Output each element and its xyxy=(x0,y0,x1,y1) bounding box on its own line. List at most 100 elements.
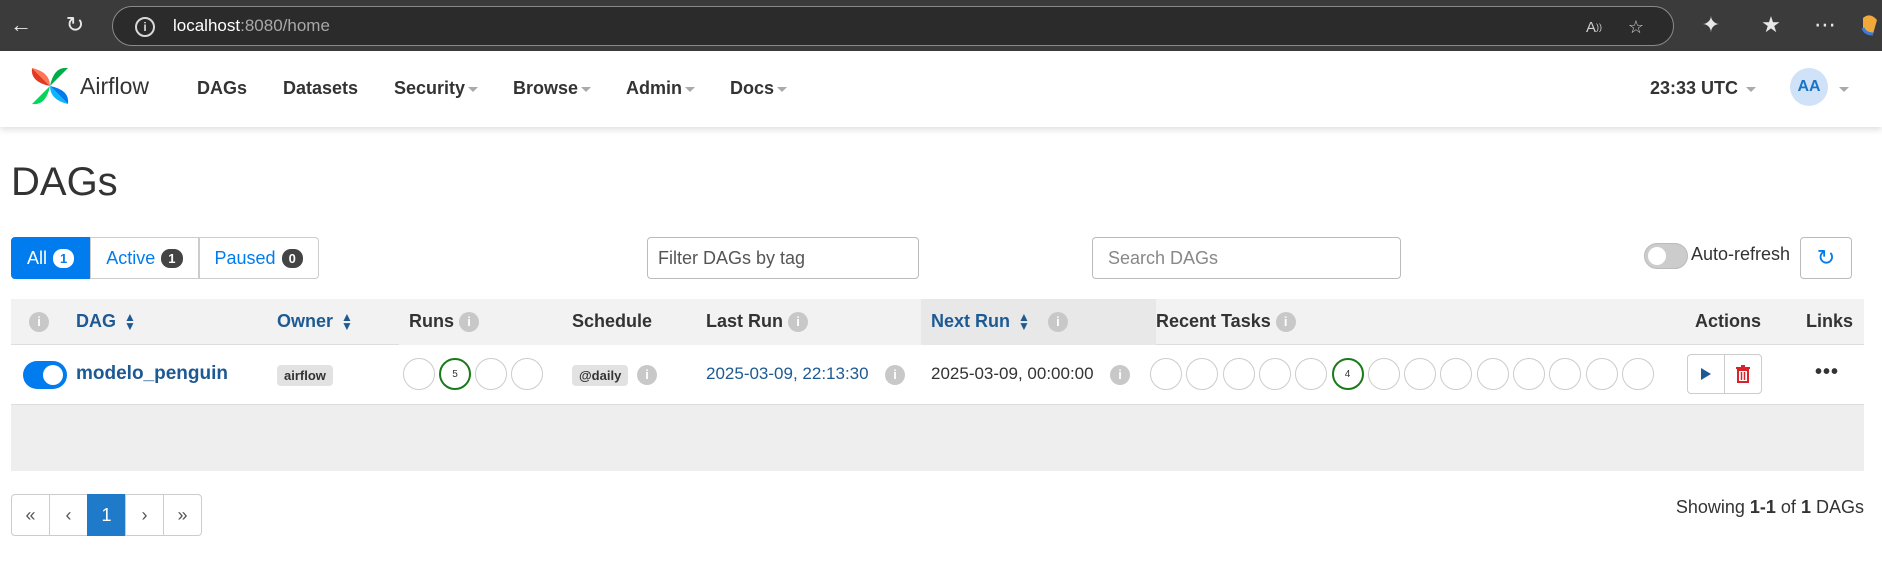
extensions-icon[interactable]: ✦ xyxy=(1694,8,1728,42)
chevron-down-icon xyxy=(685,86,695,92)
table-empty-space xyxy=(11,405,1864,471)
table-row: modelo_penguin airflow 5 @daily i 2025-0… xyxy=(11,345,1864,405)
sort-icon: ▲ ▼ xyxy=(124,310,136,334)
brand-logo[interactable]: Airflow xyxy=(28,64,149,108)
copilot-icon[interactable] xyxy=(1858,8,1882,42)
task-state-circle-success[interactable]: 4 xyxy=(1331,358,1364,390)
page-title: DAGs xyxy=(11,160,118,204)
filter-active-button[interactable]: Active 1 xyxy=(90,237,199,279)
filter-paused-button[interactable]: Paused 0 xyxy=(198,237,319,279)
favorite-star-icon[interactable]: ☆ xyxy=(1623,14,1649,40)
chevron-down-icon[interactable] xyxy=(1839,87,1849,92)
header-actions: Actions xyxy=(1695,311,1762,331)
info-icon[interactable]: i xyxy=(1047,312,1068,333)
read-aloud-icon[interactable]: A)) xyxy=(1581,14,1607,40)
dag-id-link[interactable]: modelo_penguin xyxy=(76,363,228,385)
search-dags-input[interactable] xyxy=(1092,237,1401,279)
more-menu-icon[interactable]: ⋯ xyxy=(1808,8,1842,42)
task-state-circle[interactable] xyxy=(1258,358,1291,390)
task-state-circle[interactable] xyxy=(1367,358,1400,390)
task-state-circle[interactable] xyxy=(1513,358,1545,390)
next-page-button[interactable]: › xyxy=(125,494,164,536)
trigger-dag-button[interactable] xyxy=(1687,354,1725,394)
favorites-icon[interactable]: ★ xyxy=(1754,8,1788,42)
schedule-tag[interactable]: @daily xyxy=(572,365,629,386)
header-last-run: Last Run i xyxy=(706,311,809,333)
app-navbar: Airflow DAGs Datasets Security Browse Ad… xyxy=(0,51,1882,127)
chevron-down-icon xyxy=(777,86,788,92)
reload-icon[interactable]: ↻ xyxy=(58,8,92,42)
pagination: « ‹ 1 › » xyxy=(11,494,202,536)
task-state-circle[interactable] xyxy=(1186,358,1219,390)
refresh-button[interactable]: ↻ xyxy=(1800,237,1852,279)
dags-table: i DAG ▲ ▼ Owner ▲ ▼ Runs i Schedule Last Run i… xyxy=(11,299,1864,471)
timezone-dropdown[interactable]: 23:33 UTC xyxy=(1650,78,1757,99)
back-icon[interactable]: ← xyxy=(4,8,38,42)
table-header: i DAG ▲ ▼ Owner ▲ ▼ Runs i Schedule Last Run i… xyxy=(11,299,1864,345)
info-icon[interactable]: i xyxy=(1110,365,1130,385)
first-page-button[interactable]: « xyxy=(11,494,50,536)
auto-refresh-label: Auto-refresh xyxy=(1691,244,1791,264)
count-badge: 0 xyxy=(281,248,303,268)
chevron-down-icon xyxy=(1746,86,1757,92)
header-runs: Runs i xyxy=(409,311,479,333)
info-icon[interactable]: i xyxy=(885,365,905,385)
tag-filter-input[interactable] xyxy=(647,237,919,279)
owner-tag[interactable]: airflow xyxy=(277,365,333,386)
task-state-circle[interactable] xyxy=(1150,358,1182,390)
trash-icon xyxy=(1736,365,1750,383)
run-state-circle[interactable] xyxy=(511,358,543,390)
header-owner[interactable]: Owner ▲ ▼ xyxy=(277,311,353,332)
auto-refresh-toggle[interactable] xyxy=(1644,243,1688,269)
info-icon[interactable]: i xyxy=(788,312,809,333)
filter-all-button[interactable]: All 1 xyxy=(11,237,91,279)
site-info-icon[interactable]: i xyxy=(135,17,155,37)
run-state-circle[interactable] xyxy=(475,358,507,390)
info-icon[interactable]: i xyxy=(637,365,657,385)
header-next-run[interactable]: Next Run ▲ ▼ i xyxy=(931,310,1068,334)
task-state-circle[interactable] xyxy=(1440,358,1473,390)
nav-docs[interactable]: Docs xyxy=(730,78,788,99)
task-state-circle[interactable] xyxy=(1404,358,1437,390)
nav-datasets[interactable]: Datasets xyxy=(283,78,358,99)
header-dag[interactable]: DAG ▲ ▼ xyxy=(76,311,136,332)
info-icon[interactable]: i xyxy=(29,312,49,333)
airflow-pinwheel-icon xyxy=(31,67,69,105)
info-icon[interactable]: i xyxy=(459,312,479,333)
sort-icon: ▲ ▼ xyxy=(1018,310,1030,334)
brand-name: Airflow xyxy=(80,72,150,99)
run-state-circle[interactable] xyxy=(403,358,435,390)
nav-dags[interactable]: DAGs xyxy=(197,78,247,99)
task-state-circle[interactable] xyxy=(1295,358,1328,390)
next-run-value: 2025-03-09, 00:00:00 xyxy=(931,364,1094,383)
current-page-button[interactable]: 1 xyxy=(87,494,126,536)
delete-dag-button[interactable] xyxy=(1724,354,1762,394)
links-more-button[interactable]: ••• xyxy=(1815,361,1839,384)
dag-pause-toggle[interactable] xyxy=(23,361,67,389)
sort-icon: ▲ ▼ xyxy=(341,310,353,334)
task-state-circle[interactable] xyxy=(1476,358,1509,390)
last-run-link[interactable]: 2025-03-09, 22:13:30 xyxy=(706,364,869,384)
info-icon[interactable]: i xyxy=(1275,312,1296,333)
count-badge: 1 xyxy=(53,248,75,268)
header-recent-tasks: Recent Tasks i xyxy=(1156,311,1296,333)
run-state-circle-success[interactable]: 5 xyxy=(439,358,471,390)
nav-security[interactable]: Security xyxy=(394,78,479,99)
status-filter-group: All 1 Active 1 Paused 0 xyxy=(11,237,319,279)
nav-browse[interactable]: Browse xyxy=(513,78,592,99)
showing-count: Showing 1-1 of 1 DAGs xyxy=(1675,497,1864,517)
task-state-circle[interactable] xyxy=(1621,358,1654,390)
last-page-button[interactable]: » xyxy=(163,494,202,536)
url-text: localhost:8080/home xyxy=(173,16,330,35)
play-icon xyxy=(1701,368,1711,380)
address-bar[interactable]: i localhost:8080/home A)) ☆ xyxy=(112,6,1674,46)
task-state-circle[interactable] xyxy=(1222,358,1255,390)
nav-admin[interactable]: Admin xyxy=(626,78,695,99)
prev-page-button[interactable]: ‹ xyxy=(49,494,88,536)
chevron-down-icon xyxy=(468,86,479,92)
user-avatar[interactable]: AA xyxy=(1790,68,1828,106)
chevron-down-icon xyxy=(581,86,592,92)
browser-toolbar: ← ↻ i localhost:8080/home A)) ☆ ✦ ★ ⋯ xyxy=(0,0,1882,51)
task-state-circle[interactable] xyxy=(1585,358,1618,390)
task-state-circle[interactable] xyxy=(1549,358,1582,390)
